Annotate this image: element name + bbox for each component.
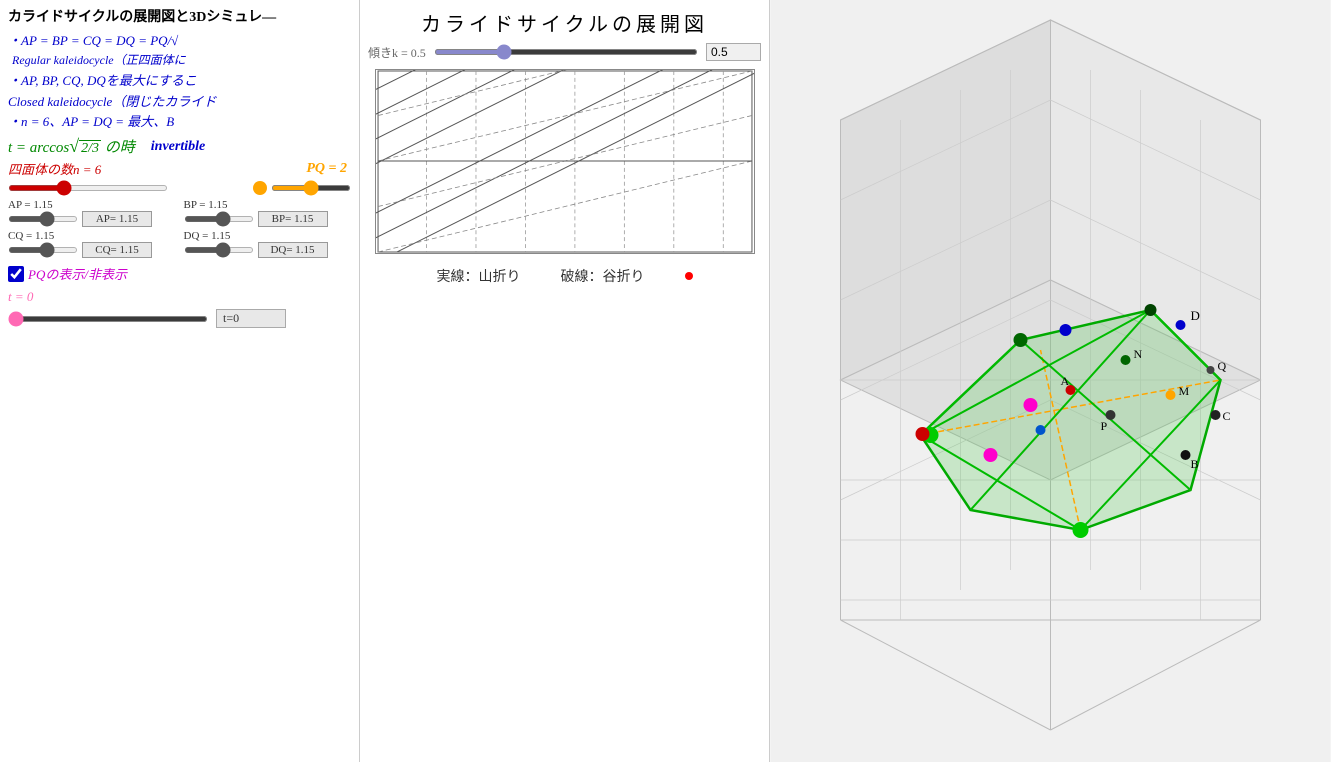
invertible-label: invertible	[151, 139, 205, 155]
formula-line-4: Closed kaleidocycle（閉じたカライド	[8, 91, 351, 110]
n-label: 四面体の数n = 6	[8, 159, 101, 178]
dq-slider-cell: DQ = 1.15 DQ= 1.15	[184, 230, 352, 258]
pq-label: PQ = 2	[306, 161, 347, 177]
cq-label: CQ = 1.15	[8, 230, 176, 242]
note-dash: 破線：谷折り	[561, 266, 645, 286]
svg-text:D: D	[1191, 308, 1200, 323]
formula-line-2: Regular kaleidocycle（正四面体に	[8, 51, 351, 68]
net-canvas	[375, 69, 755, 254]
slope-input[interactable]	[706, 43, 761, 61]
svg-text:M: M	[1179, 384, 1190, 398]
svg-text:N: N	[1134, 347, 1143, 361]
formula-line-1: ・AP = BP = CQ = DQ = PQ/√	[8, 30, 351, 49]
cq-slider[interactable]	[8, 247, 78, 253]
ap-slider-cell: AP = 1.15 AP= 1.15	[8, 199, 176, 227]
ap-slider[interactable]	[8, 216, 78, 222]
formula-line-3: ・AP, BP, CQ, DQを最大にするこ	[8, 70, 351, 89]
dq-slider[interactable]	[184, 247, 254, 253]
bp-slider-cell: BP = 1.15 BP= 1.15	[184, 199, 352, 227]
red-dot-indicator	[685, 272, 693, 280]
svg-text:Q: Q	[1218, 359, 1227, 373]
slope-slider[interactable]	[434, 49, 698, 55]
ap-label: AP = 1.15	[8, 199, 176, 211]
note-solid: 実線：山折り	[437, 266, 521, 286]
ap-value: AP= 1.15	[82, 211, 152, 227]
slope-row: 傾きk = 0.5	[368, 43, 761, 61]
3d-view-svg: D N Q A M P C B	[770, 0, 1331, 762]
cq-slider-cell: CQ = 1.15 CQ= 1.15	[8, 230, 176, 258]
mid-panel: カライドサイクルの展開図 傾きk = 0.5	[360, 0, 770, 762]
bp-value: BP= 1.15	[258, 211, 328, 227]
dq-value: DQ= 1.15	[258, 242, 328, 258]
svg-text:P: P	[1101, 419, 1108, 433]
bp-slider[interactable]	[184, 216, 254, 222]
invertible-section: t = arccos√2/3 の時 invertible	[8, 136, 351, 157]
formula-line-5: ・n = 6、AP = DQ = 最大、B	[8, 111, 351, 130]
t-slider-row: t=0	[8, 309, 351, 328]
t-formula: t = arccos√2/3 の時	[8, 136, 135, 157]
dq-label: DQ = 1.15	[184, 230, 352, 242]
n-slider-row	[8, 181, 351, 195]
pq-checkbox[interactable]	[8, 266, 24, 282]
left-panel: カライドサイクルの展開図と3Dシミュレ— ・AP = BP = CQ = DQ …	[0, 0, 360, 762]
sliders-grid: AP = 1.15 AP= 1.15 BP = 1.15 BP= 1.15 CQ…	[8, 199, 351, 258]
svg-text:C: C	[1223, 409, 1231, 423]
slope-label: 傾きk = 0.5	[368, 44, 426, 61]
right-panel: D N Q A M P C B	[770, 0, 1331, 762]
bp-label: BP = 1.15	[184, 199, 352, 211]
svg-text:B: B	[1191, 457, 1199, 471]
t-value-label: t = 0	[8, 289, 33, 305]
t-display: t=0	[216, 309, 286, 328]
mid-title: カライドサイクルの展開図	[421, 8, 708, 37]
n-slider[interactable]	[8, 185, 168, 191]
pq-checkbox-label: PQの表示/非表示	[28, 264, 127, 283]
pq-slider[interactable]	[271, 185, 351, 191]
t-row: t = 0	[8, 289, 351, 305]
svg-text:A: A	[1061, 374, 1070, 388]
cq-value: CQ= 1.15	[82, 242, 152, 258]
net-svg	[376, 70, 754, 253]
app-title: カライドサイクルの展開図と3Dシミュレ—	[8, 6, 351, 26]
t-slider[interactable]	[8, 316, 208, 322]
net-note: 実線：山折り 破線：谷折り	[437, 266, 693, 286]
pq-checkbox-row: PQの表示/非表示	[8, 264, 351, 283]
